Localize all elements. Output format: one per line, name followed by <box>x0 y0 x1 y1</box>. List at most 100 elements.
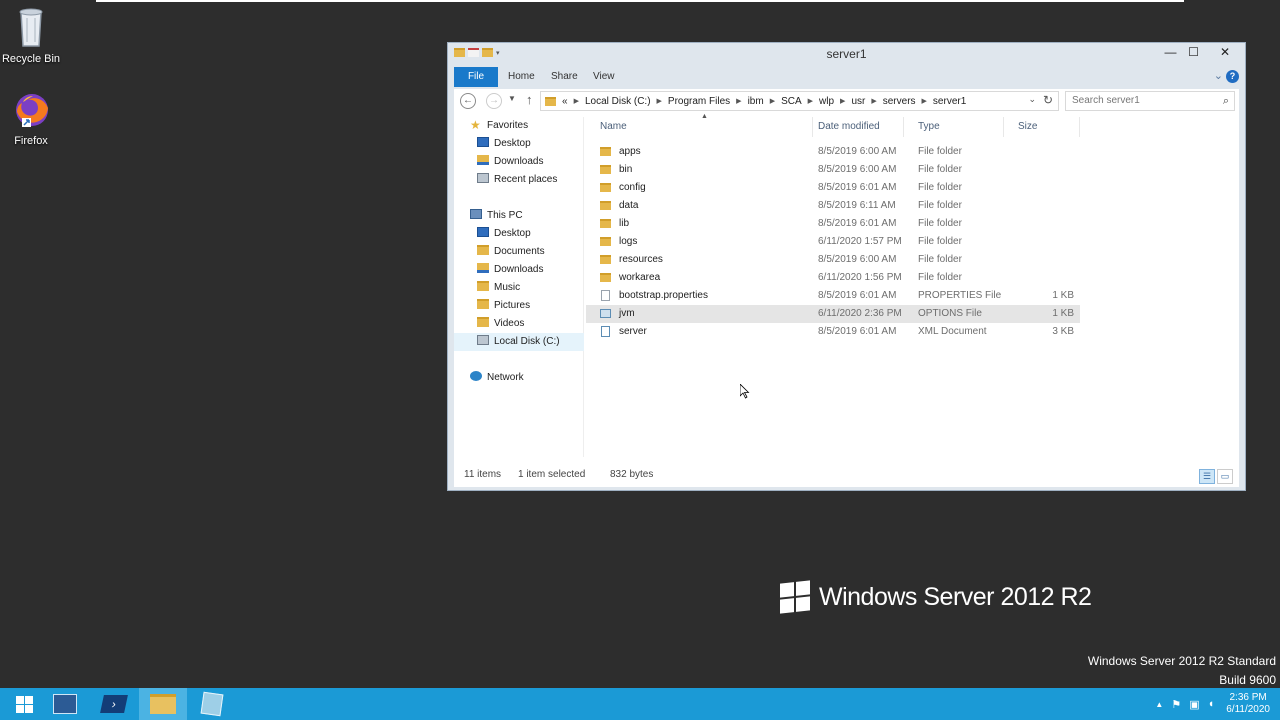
nav-pc-pictures[interactable]: Pictures <box>454 297 584 315</box>
nav-pc-desktop[interactable]: Desktop <box>454 225 584 243</box>
crumb-wlp[interactable]: wlp <box>819 96 834 107</box>
tab-view[interactable]: View <box>593 71 615 82</box>
nav-network[interactable]: Network <box>454 369 584 387</box>
file-row[interactable]: data 8/5/2019 6:11 AM File folder <box>586 197 1080 215</box>
nav-label: Desktop <box>494 138 531 149</box>
column-header-date[interactable]: Date modified <box>804 117 904 137</box>
options-file-icon <box>600 309 611 318</box>
desktop-icon-recycle-bin[interactable]: Recycle Bin <box>0 4 62 65</box>
address-overflow[interactable]: « <box>562 96 568 107</box>
file-explorer-window: ▾ server1 — ☐ ✕ File Home Share View ⌄ ?… <box>447 42 1246 491</box>
address-dropdown-icon[interactable]: ⌄ <box>1028 94 1036 105</box>
nav-label: This PC <box>487 210 523 221</box>
volume-icon[interactable]: ◖ <box>1208 698 1215 710</box>
file-row[interactable]: bootstrap.properties 8/5/2019 6:01 AM PROP… <box>586 287 1080 305</box>
nav-pc-music[interactable]: Music <box>454 279 584 297</box>
details-view-button[interactable]: ☰ <box>1199 469 1215 484</box>
nav-pc-documents[interactable]: Documents <box>454 243 584 261</box>
taskbar-powershell[interactable]: › <box>90 688 138 720</box>
column-header-type[interactable]: Type <box>904 117 1004 137</box>
nav-pc-videos[interactable]: Videos <box>454 315 584 333</box>
nav-this-pc[interactable]: This PC <box>454 207 584 225</box>
recycle-bin-icon <box>19 8 43 47</box>
file-row[interactable]: resources 8/5/2019 6:00 AM File folder <box>586 251 1080 269</box>
up-button[interactable]: ↑ <box>526 92 533 107</box>
taskbar-file-explorer[interactable] <box>139 688 187 720</box>
recent-locations-dropdown[interactable]: ▼ <box>508 94 516 103</box>
file-row[interactable]: apps 8/5/2019 6:00 AM File folder <box>586 143 1080 161</box>
nav-pc-local-disk[interactable]: Local Disk (C:) <box>454 333 584 351</box>
crumb-ibm[interactable]: ibm <box>748 96 764 107</box>
file-type: OPTIONS File <box>918 308 982 319</box>
crumb-server1[interactable]: server1 <box>933 96 966 107</box>
file-row[interactable]: workarea 6/11/2020 1:56 PM File folder <box>586 269 1080 287</box>
file-name: workarea <box>619 272 661 283</box>
file-type: File folder <box>918 146 962 157</box>
column-header-name[interactable]: Name <box>586 117 813 137</box>
nav-favorites[interactable]: ★ Favorites <box>454 117 584 135</box>
file-row[interactable]: lib 8/5/2019 6:01 AM File folder <box>586 215 1080 233</box>
nav-fav-recent[interactable]: Recent places <box>454 171 584 189</box>
file-list: ▲ Name Date modified Type Size apps 8/5/2… <box>586 113 1086 457</box>
crumb-servers[interactable]: servers <box>883 96 916 107</box>
drive-icon <box>477 335 489 345</box>
nav-fav-desktop[interactable]: Desktop <box>454 135 584 153</box>
action-center-flag-icon[interactable]: ⚑ <box>1171 698 1181 711</box>
tab-share[interactable]: Share <box>551 71 578 82</box>
folder-icon <box>600 201 611 210</box>
clock[interactable]: 2:36 PM 6/11/2020 <box>1226 692 1270 716</box>
network-tray-icon[interactable]: ▣ <box>1189 698 1199 711</box>
nav-label: Local Disk (C:) <box>494 336 560 347</box>
title-bar[interactable]: ▾ server1 — ☐ ✕ <box>448 43 1245 67</box>
firefox-icon <box>16 94 48 127</box>
file-date: 8/5/2019 6:01 AM <box>818 218 897 229</box>
taskbar-notepad[interactable] <box>188 688 236 720</box>
tab-home[interactable]: Home <box>508 71 535 82</box>
nav-label: Pictures <box>494 300 531 311</box>
close-button[interactable]: ✕ <box>1205 43 1245 63</box>
help-icon[interactable]: ? <box>1226 70 1239 83</box>
nav-label: Desktop <box>494 228 531 239</box>
file-type: File folder <box>918 200 962 211</box>
large-icons-view-button[interactable]: ▭ <box>1217 469 1233 484</box>
file-size: 1 KB <box>1052 290 1074 301</box>
nav-label: Downloads <box>494 264 544 275</box>
file-row[interactable]: bin 8/5/2019 6:00 AM File folder <box>586 161 1080 179</box>
nav-pc-downloads[interactable]: Downloads <box>454 261 584 279</box>
explorer-content: ← → ▼ ↑ « ▶ Local Disk (C:) ▶ Program Fi… <box>454 89 1239 486</box>
nav-label: Network <box>487 372 524 383</box>
folder-icon <box>600 219 611 228</box>
refresh-icon[interactable]: ↻ <box>1043 93 1053 107</box>
column-header-size[interactable]: Size <box>1004 117 1080 137</box>
file-row-selected[interactable]: jvm 6/11/2020 2:36 PM OPTIONS File 1 KB <box>586 305 1080 323</box>
file-row[interactable]: config 8/5/2019 6:01 AM File folder <box>586 179 1080 197</box>
folder-icon <box>600 237 611 246</box>
desktop-icon-firefox[interactable]: Firefox <box>0 90 62 147</box>
nav-label: Documents <box>494 246 545 257</box>
tab-file[interactable]: File <box>454 67 498 87</box>
show-hidden-icons-button[interactable]: ▲ <box>1155 700 1163 709</box>
search-input[interactable]: Search server1 ⌕ <box>1065 91 1235 111</box>
desktop-icon <box>477 137 489 147</box>
search-placeholder: Search server1 <box>1072 95 1140 106</box>
firefox-label: Firefox <box>14 135 48 147</box>
taskbar-server-manager[interactable] <box>41 688 89 720</box>
status-bar: 11 items 1 item selected 832 bytes ☰ ▭ <box>454 465 1239 487</box>
crumb-program-files[interactable]: Program Files <box>668 96 730 107</box>
maximize-button[interactable]: ☐ <box>1182 43 1205 63</box>
minimize-button[interactable]: — <box>1159 43 1182 63</box>
file-explorer-icon <box>150 694 176 714</box>
nav-fav-downloads[interactable]: Downloads <box>454 153 584 171</box>
file-row[interactable]: logs 6/11/2020 1:57 PM File folder <box>586 233 1080 251</box>
top-window-edge <box>96 0 1184 2</box>
crumb-usr[interactable]: usr <box>851 96 865 107</box>
crumb-sca[interactable]: SCA <box>781 96 802 107</box>
back-button[interactable]: ← <box>460 93 476 109</box>
file-row[interactable]: server 8/5/2019 6:01 AM XML Document 3 KB <box>586 323 1080 341</box>
crumb-local-disk[interactable]: Local Disk (C:) <box>585 96 651 107</box>
address-bar[interactable]: « ▶ Local Disk (C:) ▶ Program Files ▶ ib… <box>540 91 1059 111</box>
chevron-right-icon: ▶ <box>921 98 927 105</box>
file-date: 8/5/2019 6:11 AM <box>818 200 896 211</box>
expand-ribbon-chevron-icon[interactable]: ⌄ <box>1214 69 1223 82</box>
forward-button[interactable]: → <box>486 93 502 109</box>
